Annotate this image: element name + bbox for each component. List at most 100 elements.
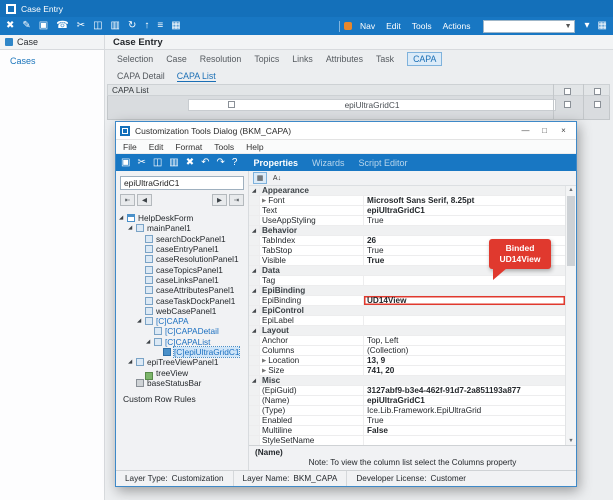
maximize-button[interactable]: □ — [536, 124, 553, 138]
property-category-appearance[interactable]: ◢Appearance — [249, 186, 565, 196]
dialog-menu-tools[interactable]: Tools — [214, 142, 234, 152]
property-value[interactable]: Top, Left — [364, 336, 565, 345]
tree-item-searchdockpanel1[interactable]: searchDockPanel1 — [116, 234, 248, 244]
grid-checkbox[interactable] — [228, 101, 235, 108]
phone-icon[interactable]: ☎ — [56, 21, 68, 31]
dialog-menu-format[interactable]: Format — [175, 142, 202, 152]
property-value[interactable] — [364, 316, 565, 325]
property-row-enabled[interactable]: EnabledTrue — [249, 416, 565, 426]
dialog-titlebar[interactable]: Customization Tools Dialog (BKM_CAPA) —□… — [116, 122, 576, 140]
property-row-font[interactable]: ▶FontMicrosoft Sans Serif, 8.25pt — [249, 196, 565, 206]
grid-checkbox[interactable] — [594, 88, 601, 95]
last-record-button[interactable]: ⇥ — [229, 194, 244, 206]
menu-edit[interactable]: Edit — [386, 21, 401, 31]
tree-item-caselinkspanel1[interactable]: caseLinksPanel1 — [116, 275, 248, 285]
tab-topics[interactable]: Topics — [254, 54, 279, 64]
control-name-input[interactable] — [120, 176, 244, 190]
tree-item-casetaskdockpanel1[interactable]: caseTaskDockPanel1 — [116, 295, 248, 305]
property-row-epilabel[interactable]: EpiLabel — [249, 316, 565, 326]
property-category-behavior[interactable]: ◢Behavior — [249, 226, 565, 236]
property-value[interactable]: epiUltraGridC1 — [364, 206, 565, 215]
property-value[interactable]: 741, 20 — [364, 366, 565, 375]
tree-item-basestatusbar[interactable]: baseStatusBar — [116, 378, 248, 388]
dialog-menu-help[interactable]: Help — [246, 142, 263, 152]
grid-column-header[interactable]: epiUltraGridC1 — [188, 99, 556, 111]
tree-item-ccapadetail[interactable]: [C]CAPADetail — [116, 326, 248, 336]
property-row-location[interactable]: ▶Location13, 9 — [249, 356, 565, 366]
tree-item-casetopicspanel1[interactable]: caseTopicsPanel1 — [116, 264, 248, 274]
property-row-epibinding[interactable]: EpiBindingUD14View — [249, 296, 565, 306]
close-button[interactable]: × — [555, 124, 572, 138]
apps-grid-icon[interactable]: ▦ — [598, 21, 607, 31]
property-value[interactable] — [364, 276, 565, 285]
custom-row-rules-label[interactable]: Custom Row Rules — [123, 394, 248, 404]
scroll-up-icon[interactable]: ▲ — [566, 187, 576, 193]
tree-item-ccapa[interactable]: ◢[C]CAPA — [116, 316, 248, 326]
property-row-columns[interactable]: Columns(Collection) — [249, 346, 565, 356]
help-icon[interactable]: ? — [232, 158, 238, 168]
property-value[interactable]: Microsoft Sans Serif, 8.25pt — [364, 196, 565, 205]
grid-checkbox[interactable] — [594, 101, 601, 108]
scroll-down-icon[interactable]: ▼ — [566, 438, 576, 444]
property-category-epicontrol[interactable]: ◢EpiControl — [249, 306, 565, 316]
property-value[interactable]: (Collection) — [364, 346, 565, 355]
grid-checkbox[interactable] — [564, 101, 571, 108]
tree-item-treeview[interactable]: treeView — [116, 367, 248, 377]
property-row-text[interactable]: TextepiUltraGridC1 — [249, 206, 565, 216]
list-icon[interactable]: ≡ — [157, 21, 163, 31]
org-icon[interactable]: ▦ — [171, 21, 180, 31]
dialog-tab-script-editor[interactable]: Script Editor — [359, 158, 408, 168]
tree-item-epitreeviewpanel1[interactable]: ◢epiTreeViewPanel1 — [116, 357, 248, 367]
next-record-button[interactable]: ▶ — [212, 194, 227, 206]
property-value[interactable]: Ice.Lib.Framework.EpiUltraGrid — [364, 406, 565, 415]
alphabetical-icon[interactable]: A↓ — [270, 172, 284, 184]
delete-icon[interactable]: ✖ — [186, 158, 194, 168]
tree-item-ccapalist[interactable]: ◢[C]CAPAList — [116, 337, 248, 347]
tree-item-caseentrypanel1[interactable]: caseEntryPanel1 — [116, 244, 248, 254]
expand-icon[interactable]: ▶ — [262, 368, 266, 374]
expand-icon[interactable]: ▶ — [262, 358, 266, 364]
property-value[interactable]: 13, 9 — [364, 356, 565, 365]
quick-search-select[interactable]: ▼ — [483, 20, 575, 33]
cut-icon[interactable]: ✂ — [77, 21, 85, 31]
subtab-capa-detail[interactable]: CAPA Detail — [117, 71, 165, 81]
property-row-multiline[interactable]: MultilineFalse — [249, 426, 565, 436]
scrollbar-thumb[interactable] — [567, 196, 575, 266]
expand-icon[interactable]: ▶ — [262, 198, 266, 204]
property-row-type[interactable]: (Type)Ice.Lib.Framework.EpiUltraGrid — [249, 406, 565, 416]
tree-item-caseresolutionpanel1[interactable]: caseResolutionPanel1 — [116, 254, 248, 264]
dialog-menu-edit[interactable]: Edit — [149, 142, 164, 152]
property-value[interactable] — [364, 436, 565, 445]
tab-case[interactable]: Case — [166, 54, 187, 64]
dialog-menu-file[interactable]: File — [123, 142, 137, 152]
tree-item-mainpanel1[interactable]: ◢mainPanel1 — [116, 223, 248, 233]
property-value[interactable]: UD14View — [364, 296, 565, 305]
menu-actions[interactable]: Actions — [443, 21, 471, 31]
categorized-icon[interactable]: ▦ — [253, 172, 267, 184]
tree-item-cepiultragridc1[interactable]: [C]epiUltraGridC1 — [116, 347, 248, 357]
tree-item-webcasepanel1[interactable]: webCasePanel1 — [116, 306, 248, 316]
property-row-size[interactable]: ▶Size741, 20 — [249, 366, 565, 376]
scrollbar[interactable]: ▲ ▼ — [565, 186, 576, 445]
save-icon[interactable]: ▣ — [39, 21, 48, 31]
prev-record-button[interactable]: ◀ — [137, 194, 152, 206]
property-value[interactable]: True — [364, 216, 565, 225]
property-value[interactable]: False — [364, 426, 565, 435]
property-row-stylesetname[interactable]: StyleSetName — [249, 436, 565, 445]
tab-attributes[interactable]: Attributes — [326, 54, 363, 64]
property-row-name[interactable]: (Name)epiUltraGridC1 — [249, 396, 565, 406]
save-icon[interactable]: ▣ — [121, 158, 130, 168]
property-value[interactable]: epiUltraGridC1 — [364, 396, 565, 405]
menu-tools[interactable]: Tools — [412, 21, 432, 31]
property-category-layout[interactable]: ◢Layout — [249, 326, 565, 336]
caret-down-icon[interactable]: ▾ — [585, 21, 590, 31]
redo-icon[interactable]: ↷ — [217, 158, 225, 168]
property-row-useappstyling[interactable]: UseAppStylingTrue — [249, 216, 565, 226]
copy-icon[interactable]: ◫ — [153, 158, 162, 168]
property-category-misc[interactable]: ◢Misc — [249, 376, 565, 386]
tab-selection[interactable]: Selection — [117, 54, 153, 64]
tree-item-caseattributespanel1[interactable]: caseAttributesPanel1 — [116, 285, 248, 295]
subtab-capa-list[interactable]: CAPA List — [177, 71, 216, 82]
dialog-tab-wizards[interactable]: Wizards — [312, 158, 345, 168]
first-record-button[interactable]: ⇤ — [120, 194, 135, 206]
